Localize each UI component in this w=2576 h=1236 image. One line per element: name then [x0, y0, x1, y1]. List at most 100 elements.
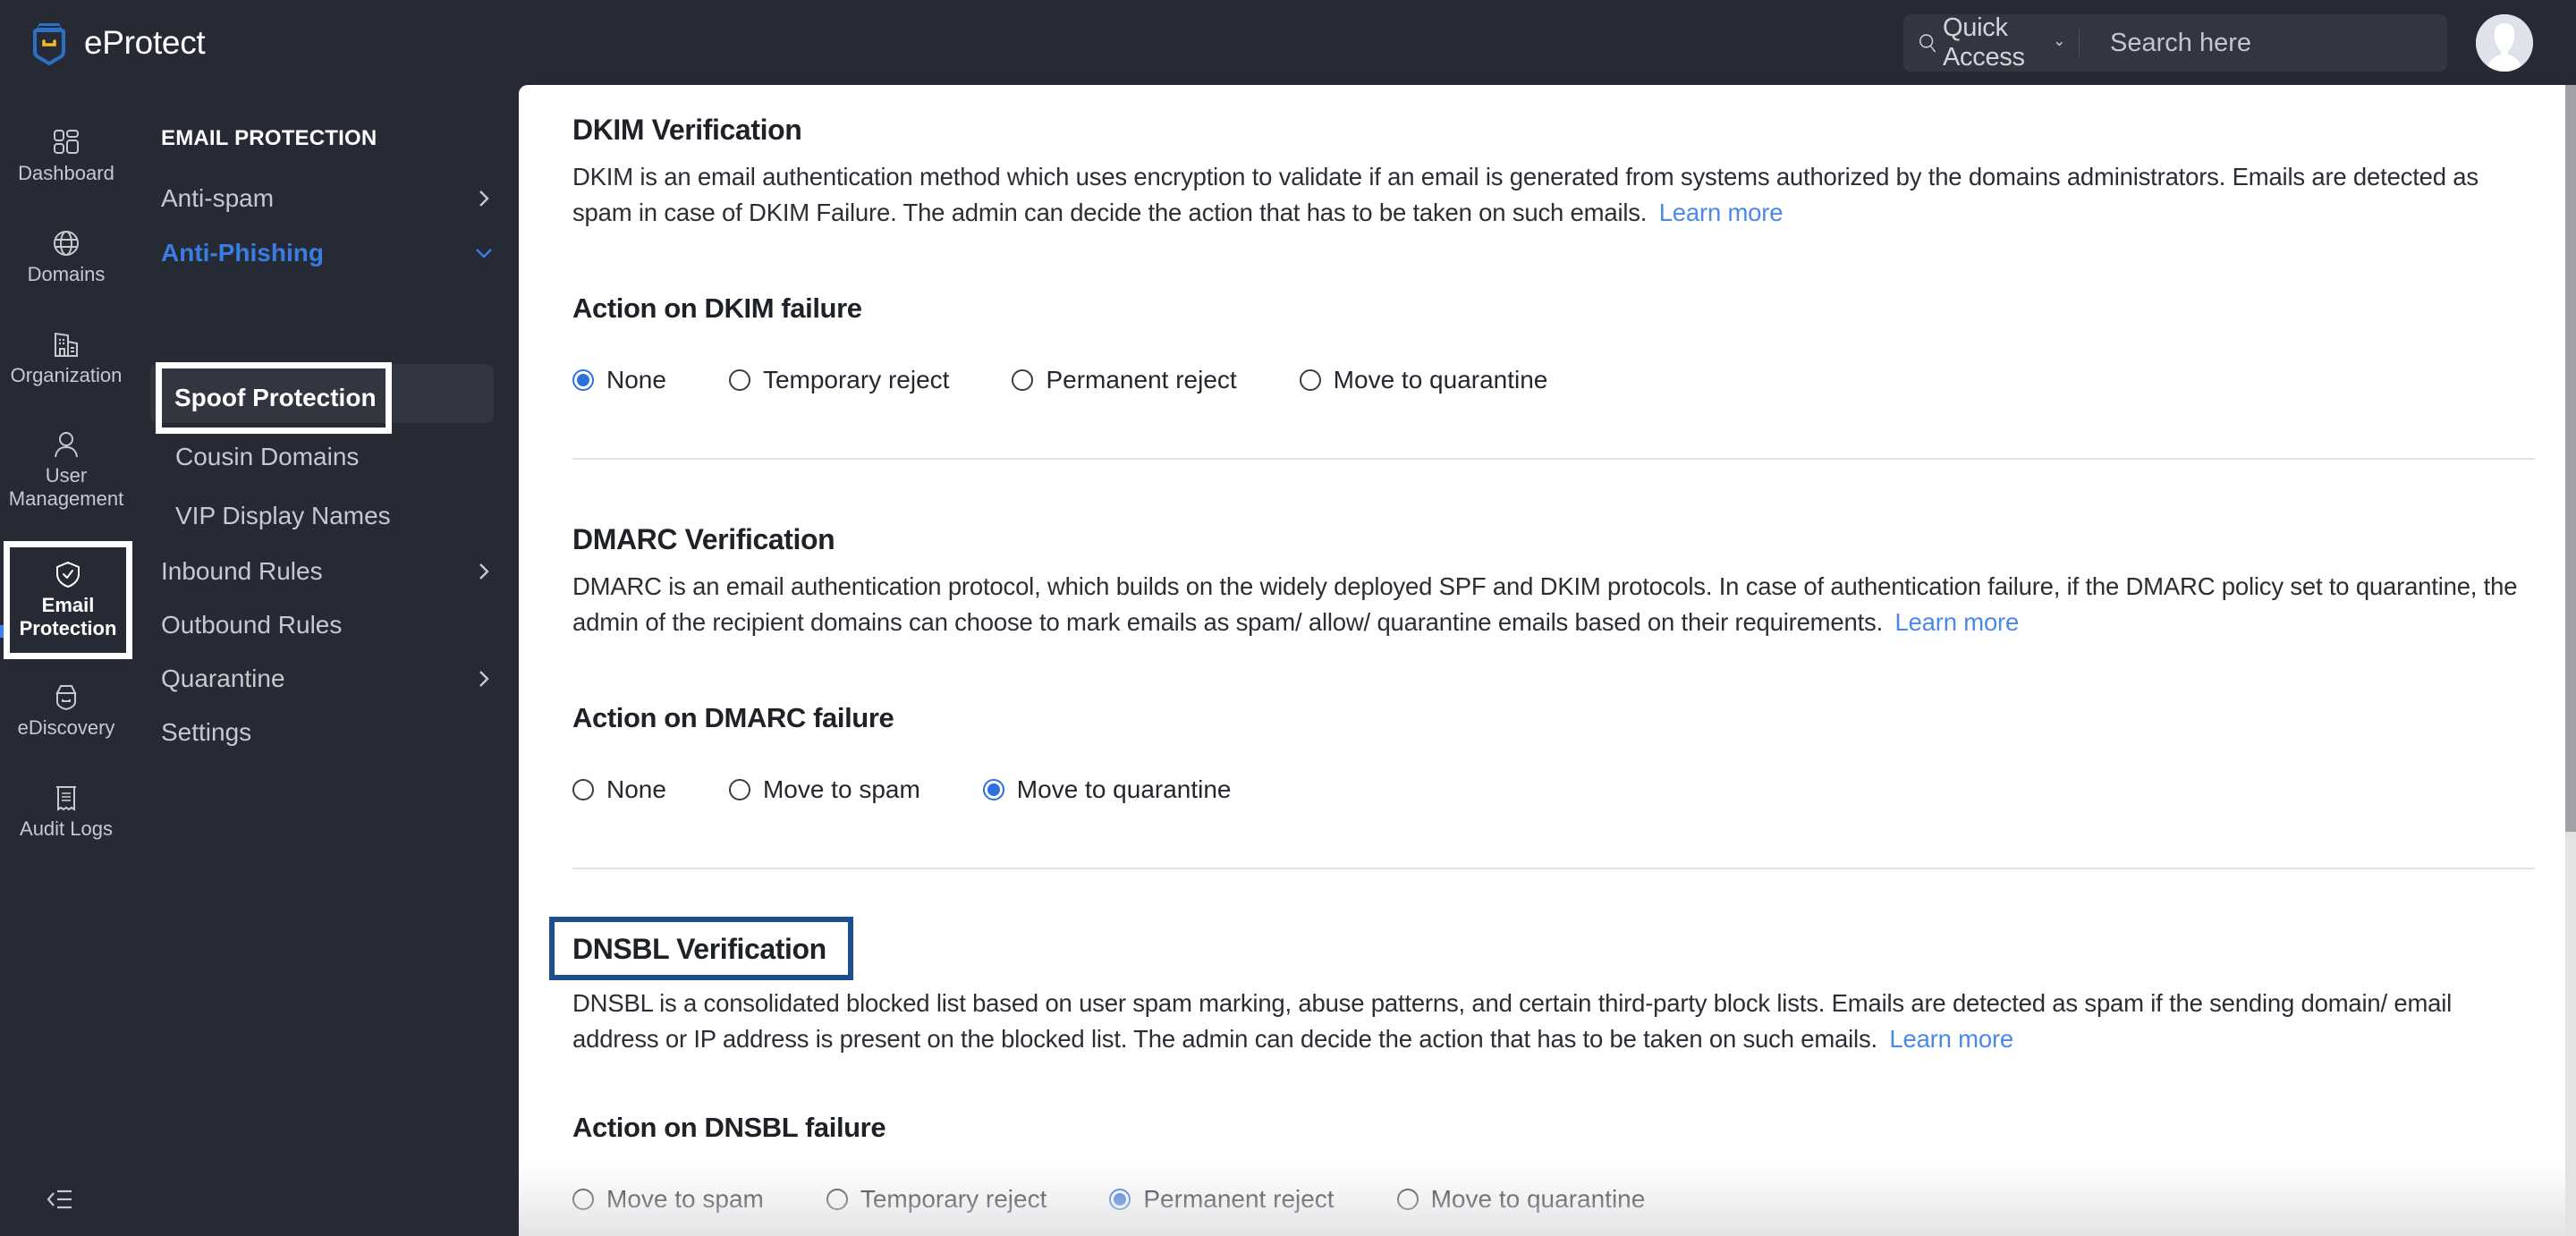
radio-label: Permanent reject — [1046, 366, 1237, 394]
subnav-item-settings[interactable]: Settings — [161, 712, 494, 753]
radio-checked-icon[interactable] — [982, 779, 1004, 800]
subnav-item-label: Inbound Rules — [161, 557, 323, 585]
radio-unchecked-icon[interactable] — [1299, 369, 1321, 391]
eprotect-shield-logo-icon — [33, 23, 65, 66]
rail-item-label: Dashboard — [18, 162, 114, 184]
action-title: Action on DNSBL failure — [572, 1112, 886, 1143]
section-description: DKIM is an email authentication method w… — [572, 163, 2479, 226]
rail-item-user-management[interactable]: User Management — [0, 430, 132, 511]
subnav-item-anti-spam[interactable]: Anti-spam — [161, 178, 494, 219]
subnav-item-inbound-rules[interactable]: Inbound Rules — [161, 551, 494, 592]
scrollbar-track[interactable] — [2565, 85, 2576, 1236]
quick-access-dropdown[interactable]: Quick Access ⌄ — [1903, 13, 2066, 72]
search-input[interactable] — [2110, 14, 2447, 72]
globe-icon — [54, 231, 79, 256]
subnav-item-outbound-rules[interactable]: Outbound Rules — [161, 605, 494, 646]
subnav-item-spoof-protection[interactable]: Spoof Protection — [156, 362, 392, 434]
radio-option[interactable]: Move to quarantine — [982, 775, 1232, 804]
rail-item-audit-logs[interactable]: Audit Logs — [0, 783, 132, 841]
top-bar: eProtect Quick Access ⌄ — [0, 0, 2576, 85]
radio-label: Move to quarantine — [1333, 366, 1548, 394]
rail-item-ediscovery[interactable]: eDiscovery — [0, 682, 132, 740]
subnav-item-label: Outbound Rules — [161, 611, 343, 639]
dkim-section: DKIM Verification DKIM is an email authe… — [572, 114, 2540, 394]
search-icon — [1919, 34, 1936, 53]
radio-unchecked-icon[interactable] — [728, 369, 750, 391]
rail-item-label: Email Protection — [19, 594, 117, 639]
radio-option[interactable]: None — [572, 775, 666, 804]
radio-unchecked-icon[interactable] — [572, 779, 594, 800]
icon-rail: Dashboard Domains Organization User Mana… — [0, 85, 132, 1236]
rail-item-label: Organization — [10, 364, 123, 386]
dmarc-section: DMARC Verification DMARC is an email aut… — [572, 523, 2540, 803]
chevron-down-icon — [476, 249, 492, 258]
subnav-item-quarantine[interactable]: Quarantine — [161, 658, 494, 699]
collapse-sidebar-icon[interactable] — [47, 1188, 73, 1211]
radio-label: Move to spam — [606, 1185, 764, 1213]
rail-item-label: eDiscovery — [17, 716, 115, 739]
radio-unchecked-icon[interactable] — [1396, 1189, 1419, 1210]
radio-unchecked-icon[interactable] — [572, 1189, 594, 1210]
subnav-item-label: Cousin Domains — [175, 443, 360, 470]
ediscovery-icon — [55, 685, 77, 711]
chevron-right-icon — [479, 671, 489, 687]
radio-option[interactable]: Move to quarantine — [1396, 1185, 1646, 1214]
section-description: DNSBL is a consolidated blocked list bas… — [572, 989, 2453, 1053]
radio-option[interactable]: Move to spam — [572, 1185, 764, 1214]
radio-label: None — [606, 366, 666, 394]
subnav-item-cousin-domains[interactable]: Cousin Domains — [175, 436, 359, 478]
subnav-item-vip-display-names[interactable]: VIP Display Names — [175, 495, 391, 537]
dnsbl-section: DNSBL Verification DNSBL is a consolidat… — [549, 917, 2540, 1213]
radio-checked-icon[interactable] — [572, 369, 594, 391]
section-divider — [572, 868, 2535, 869]
app-name: eProtect — [84, 24, 206, 61]
radio-label: None — [606, 775, 666, 803]
learn-more-link[interactable]: Learn more — [1659, 199, 1784, 226]
dmarc-action-radio-group: None Move to spam Move to quarantine — [572, 775, 1294, 804]
subnav-item-anti-phishing[interactable]: Anti-Phishing — [161, 233, 494, 274]
rail-item-label: User Management — [8, 464, 124, 510]
radio-option[interactable]: Permanent reject — [1012, 366, 1237, 394]
rail-item-email-protection[interactable]: Email Protection — [4, 541, 132, 659]
dkim-action-radio-group: None Temporary reject Permanent reject Move… — [572, 366, 1610, 394]
main-content: DKIM Verification DKIM is an email authe… — [519, 85, 2576, 1236]
chevron-right-icon — [479, 563, 489, 580]
dashboard-icon — [54, 130, 79, 154]
chevron-right-icon — [479, 190, 489, 207]
building-icon — [55, 332, 78, 357]
rail-item-label: Audit Logs — [20, 817, 113, 840]
user-avatar-icon — [2476, 14, 2533, 72]
radio-unchecked-icon[interactable] — [728, 779, 750, 800]
radio-option[interactable]: Temporary reject — [826, 1185, 1047, 1214]
chevron-down-icon: ⌄ — [2053, 32, 2066, 49]
radio-option[interactable]: Move to spam — [728, 775, 920, 804]
radio-label: Temporary reject — [860, 1185, 1047, 1213]
action-title: Action on DKIM failure — [572, 292, 862, 324]
rail-item-dashboard[interactable]: Dashboard — [0, 128, 132, 185]
secondary-nav: EMAIL PROTECTION Anti-spam Anti-Phishing… — [132, 85, 519, 1236]
radio-option[interactable]: Temporary reject — [728, 366, 949, 394]
subnav-item-label: Anti-Phishing — [161, 239, 324, 267]
radio-option[interactable]: None — [572, 366, 666, 394]
rail-item-label: Domains — [27, 263, 106, 285]
radio-label: Permanent reject — [1143, 1185, 1335, 1213]
brand[interactable]: eProtect — [30, 20, 206, 66]
dnsbl-action-radio-group: Move to spam Temporary reject Permanent re… — [572, 1185, 1707, 1214]
action-title: Action on DMARC failure — [572, 702, 894, 733]
radio-checked-icon[interactable] — [1109, 1189, 1131, 1210]
rail-item-domains[interactable]: Domains — [0, 229, 132, 286]
radio-unchecked-icon[interactable] — [826, 1189, 848, 1210]
radio-label: Move to quarantine — [1430, 1185, 1646, 1213]
radio-option[interactable]: Move to quarantine — [1299, 366, 1548, 394]
radio-option[interactable]: Permanent reject — [1109, 1185, 1335, 1214]
radio-label: Move to spam — [762, 775, 920, 803]
quick-search-bar: Quick Access ⌄ — [1903, 13, 2447, 72]
scrollbar-thumb[interactable] — [2565, 85, 2576, 832]
learn-more-link[interactable]: Learn more — [1889, 1025, 2013, 1053]
subnav-heading: EMAIL PROTECTION — [161, 126, 377, 150]
user-avatar[interactable] — [2476, 14, 2533, 72]
section-title-highlighted: DNSBL Verification — [549, 917, 853, 980]
learn-more-link[interactable]: Learn more — [1894, 608, 2019, 636]
rail-item-organization[interactable]: Organization — [0, 330, 132, 387]
radio-unchecked-icon[interactable] — [1012, 369, 1034, 391]
